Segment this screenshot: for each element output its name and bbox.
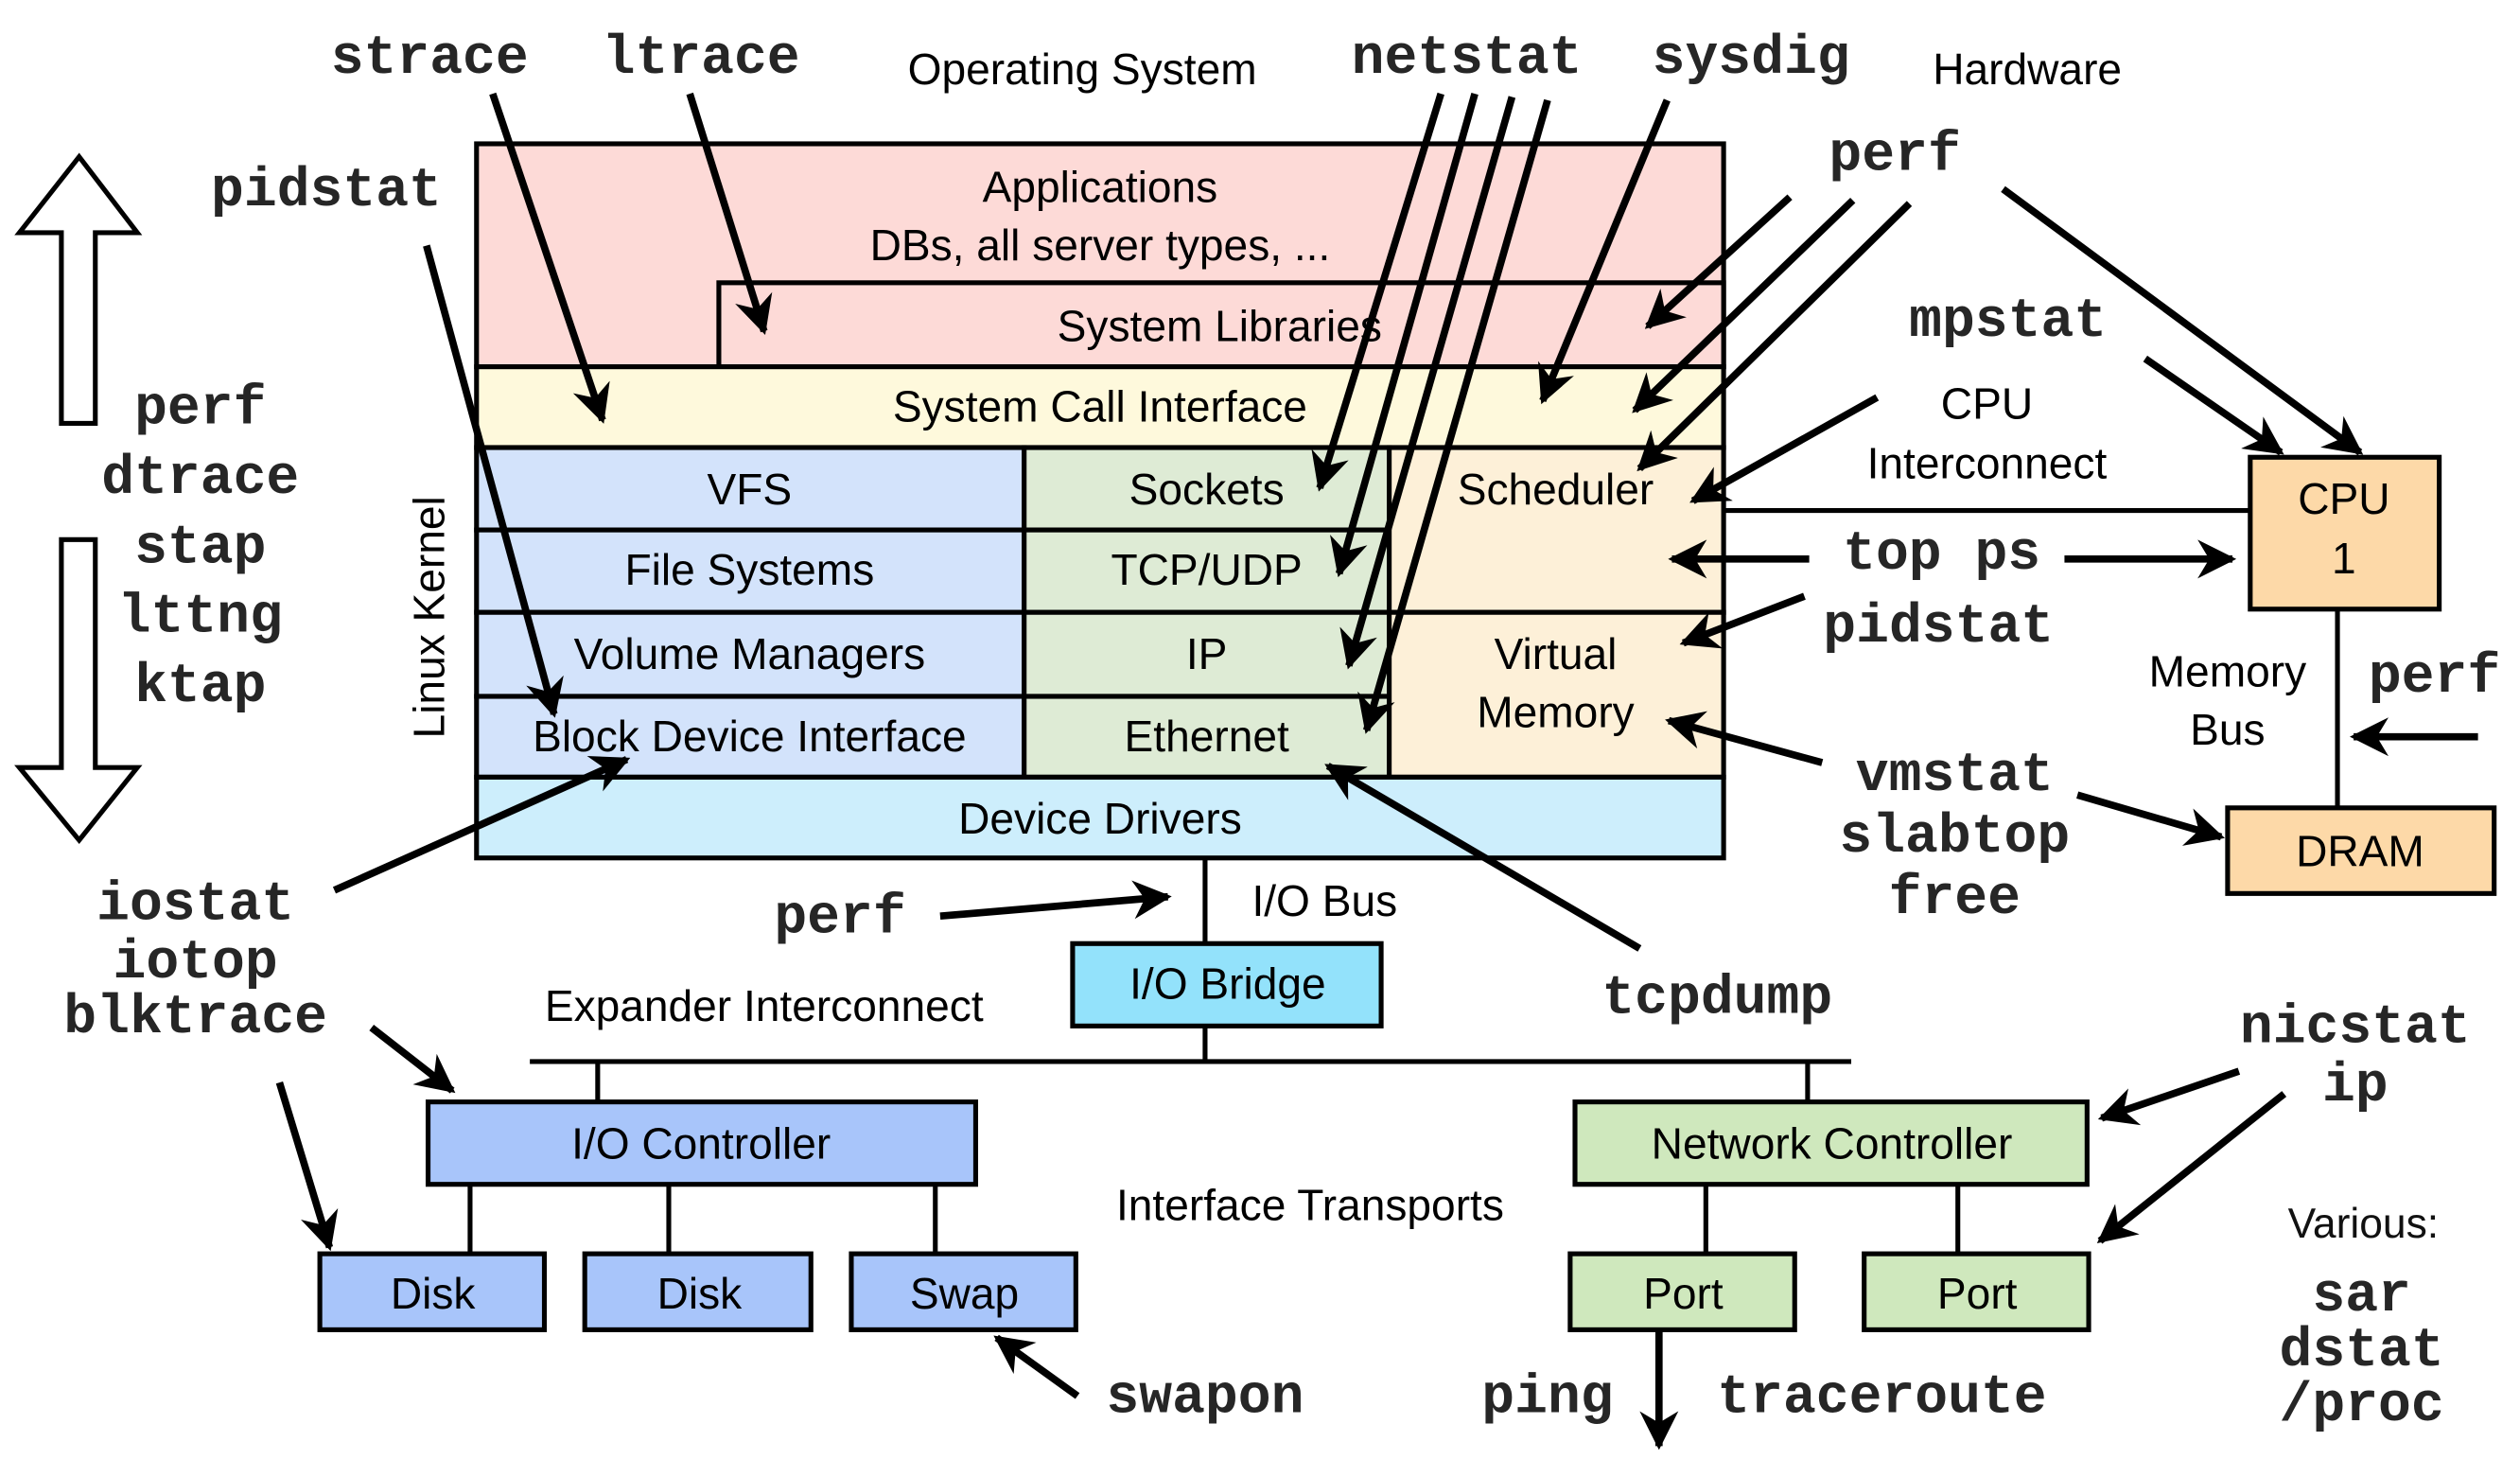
system-call-interface-label: System Call Interface	[893, 382, 1307, 431]
tool-tracer-stap: stap	[134, 518, 266, 579]
cpu-label: CPU	[2298, 474, 2389, 523]
operating-system-header: Operating System	[908, 44, 1257, 94]
up-arrow-icon	[14, 152, 143, 426]
tool-pidstat-top: pidstat	[211, 161, 442, 222]
down-arrow-icon	[14, 536, 143, 845]
tcp-udp-label: TCP/UDP	[1111, 545, 1302, 594]
arrow-ip-port	[2096, 1091, 2287, 1244]
tool-traceroute: traceroute	[1717, 1367, 2046, 1429]
cpu-interconnect-label-2: Interconnect	[1867, 438, 2108, 487]
arrow-blktrace-iocontroller	[369, 1025, 456, 1094]
tool-blktrace: blktrace	[63, 988, 327, 1049]
tool-perf-top: perf	[1829, 125, 1960, 186]
sockets-label: Sockets	[1129, 465, 1285, 514]
tool-perf-iobus: perf	[774, 888, 905, 949]
tool-ip: ip	[2322, 1056, 2389, 1117]
file-systems-label: File Systems	[624, 545, 874, 594]
various-label: Various:	[2288, 1201, 2440, 1247]
tool-netstat: netstat	[1352, 28, 1583, 90]
arrow-nicstat-netcontroller	[2097, 1067, 2241, 1126]
tool-pidstat-right: pidstat	[1823, 597, 2054, 659]
kernel-stack: Applications DBs, all server types, ... …	[474, 141, 1726, 861]
arrow-perf-iobus	[939, 880, 1172, 921]
tool-mpstat: mpstat	[1909, 291, 2107, 353]
device-drivers-label: Device Drivers	[958, 794, 1242, 843]
memory-bus-label-1: Memory	[2149, 647, 2306, 696]
swap-label: Swap	[910, 1269, 1019, 1318]
disk-label-1: Disk	[391, 1269, 477, 1318]
tool-proc: /proc	[2280, 1376, 2444, 1437]
arrow-swapon-swap	[993, 1334, 1080, 1399]
linux-kernel-label: Linux Kernel	[405, 496, 454, 738]
network-controller-label: Network Controller	[1652, 1118, 2013, 1168]
tool-sysdig: sysdig	[1653, 28, 1850, 90]
port-label-2: Port	[1937, 1269, 2018, 1318]
tool-sar: sar	[2312, 1266, 2411, 1327]
expander-interconnect-label: Expander Interconnect	[545, 981, 984, 1030]
dram-label: DRAM	[2296, 826, 2424, 875]
arrow-vmstat-dram	[2076, 791, 2226, 846]
tool-nicstat: nicstat	[2240, 997, 2471, 1059]
port-label-1: Port	[1643, 1269, 1724, 1318]
tool-perf-membus: perf	[2369, 647, 2500, 709]
system-libraries-label: System Libraries	[1058, 301, 1382, 350]
ethernet-label: Ethernet	[1125, 712, 1289, 761]
hardware-header: Hardware	[1933, 44, 2122, 94]
tool-tracer-perf: perf	[134, 378, 266, 440]
tool-vmstat: vmstat	[1856, 746, 2054, 807]
interface-transports-label: Interface Transports	[1116, 1180, 1504, 1229]
linux-observability-tools-diagram: Operating System Hardware Linux Kernel A…	[14, 28, 2500, 1450]
arrow-blktrace-disk	[275, 1081, 339, 1252]
tool-tcpdump: tcpdump	[1601, 969, 1832, 1030]
virtual-memory-label-1: Virtual	[1495, 629, 1618, 678]
applications-label: Applications	[983, 162, 1218, 211]
virtual-memory-label-2: Memory	[1477, 687, 1634, 736]
vfs-label: VFS	[708, 465, 793, 514]
tool-tracer-ktap: ktap	[134, 657, 266, 718]
tool-iostat: iostat	[96, 875, 294, 937]
tool-ltrace: ltrace	[603, 28, 800, 90]
tool-top-ps: top ps	[1843, 524, 2040, 586]
tool-slabtop: slabtop	[1839, 807, 2070, 869]
arrow-mpstat-cpu	[2143, 355, 2284, 456]
tool-iotop: iotop	[114, 933, 278, 994]
volume-managers-label: Volume Managers	[574, 629, 926, 678]
applications-sublabel: DBs, all server types, ...	[870, 220, 1331, 270]
scheduler-label: Scheduler	[1458, 465, 1654, 514]
ip-label: IP	[1186, 629, 1228, 678]
tool-ping: ping	[1481, 1367, 1613, 1429]
tool-swapon: swapon	[1106, 1367, 1304, 1429]
io-bridge-label: I/O Bridge	[1129, 958, 1326, 1008]
disk-label-2: Disk	[657, 1269, 744, 1318]
tool-free: free	[1889, 869, 2021, 930]
tool-dstat: dstat	[2280, 1321, 2444, 1382]
cpu-number: 1	[2332, 534, 2356, 583]
block-device-interface-label: Block Device Interface	[533, 712, 967, 761]
tool-tracer-dtrace: dtrace	[101, 448, 299, 510]
cpu-interconnect-label-1: CPU	[1941, 378, 2033, 428]
tool-strace: strace	[331, 28, 529, 90]
memory-bus-label-2: Bus	[2190, 705, 2265, 754]
tool-tracer-lttng: lttng	[118, 588, 283, 649]
io-controller-label: I/O Controller	[571, 1118, 831, 1168]
io-bus-label: I/O Bus	[1251, 876, 1397, 925]
